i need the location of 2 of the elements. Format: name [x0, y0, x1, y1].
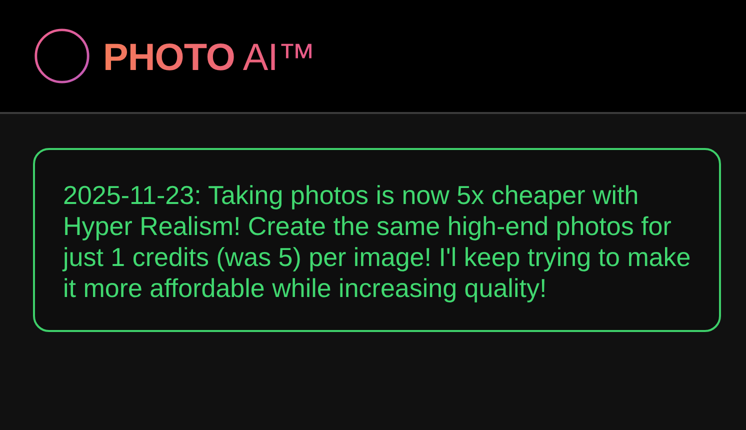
logo-icon [33, 27, 91, 85]
announcement-text: 2025-11-23: Taking photos is now 5x cheaper with Hyper Realism! Create the same high-end photos for just 1 credits (was 5) per image! I'l keep trying to make it more affordable while increasing quality! [63, 180, 692, 304]
